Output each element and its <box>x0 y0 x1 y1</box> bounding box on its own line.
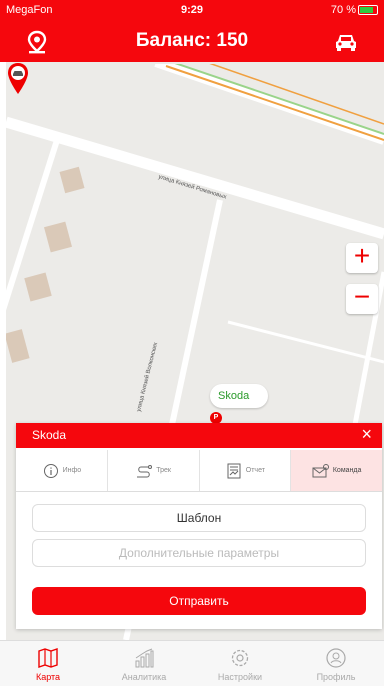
battery-percent: 70 % <box>330 4 356 16</box>
tabbar-item-map[interactable]: Карта <box>0 641 96 686</box>
report-icon <box>227 463 241 478</box>
tabbar-label-map: Карта <box>35 672 61 682</box>
tab-track[interactable]: Трек <box>108 450 200 491</box>
tabbar-item-settings[interactable]: Настройки <box>192 641 288 686</box>
tabbar-item-profile[interactable]: Профиль <box>288 641 384 686</box>
car-icon[interactable] <box>334 33 358 51</box>
zoom-out-button[interactable]: − <box>346 283 378 314</box>
map-icon <box>38 648 58 668</box>
tabbar-label-settings: Настройки <box>217 672 263 682</box>
app-header: Баланс: 150 <box>0 20 384 62</box>
status-time: 9:29 <box>180 4 204 16</box>
tab-report-label: Отчет <box>245 467 265 474</box>
vehicle-pin-icon[interactable] <box>6 62 30 96</box>
panel-tabs: Инфо Трек Отчет Команда <box>16 450 382 492</box>
tab-info[interactable]: Инфо <box>16 450 108 491</box>
tabbar-item-analytics[interactable]: Аналитика <box>96 641 192 686</box>
tab-command[interactable]: Команда <box>291 450 382 491</box>
panel-header: Skoda × <box>16 423 382 448</box>
command-icon <box>312 463 329 477</box>
settings-icon <box>231 649 249 667</box>
track-icon <box>137 464 153 477</box>
vehicle-panel: Skoda × Инфо Трек Отчет Команда Шаблон Д… <box>16 423 382 629</box>
tabbar-label-analytics: Аналитика <box>121 672 167 682</box>
balance-title: Баланс: 150 <box>135 30 249 51</box>
status-bar: MegaFon 9:29 70 % <box>0 0 384 20</box>
tab-track-label: Трек <box>156 467 171 474</box>
tab-command-label: Команда <box>332 467 362 474</box>
bottom-tab-bar: Карта Аналитика Настройки Профиль <box>0 640 384 686</box>
tabbar-label-profile: Профиль <box>316 672 356 682</box>
tab-info-label: Инфо <box>62 467 82 474</box>
zoom-in-button[interactable]: + <box>346 242 378 273</box>
battery-icon <box>358 5 378 15</box>
analytics-icon <box>135 648 154 668</box>
send-button[interactable]: Отправить <box>32 587 366 615</box>
vehicle-name-label[interactable]: Skoda <box>210 384 268 408</box>
info-icon <box>43 463 58 478</box>
additional-params-field[interactable]: Дополнительные параметры <box>32 539 366 567</box>
profile-icon <box>326 648 346 668</box>
close-icon[interactable]: × <box>361 424 372 445</box>
template-button[interactable]: Шаблон <box>32 504 366 532</box>
tab-report[interactable]: Отчет <box>200 450 292 491</box>
panel-title: Skoda <box>32 428 67 442</box>
street-label-volkonsky: улица Князей Волконских <box>135 342 159 413</box>
